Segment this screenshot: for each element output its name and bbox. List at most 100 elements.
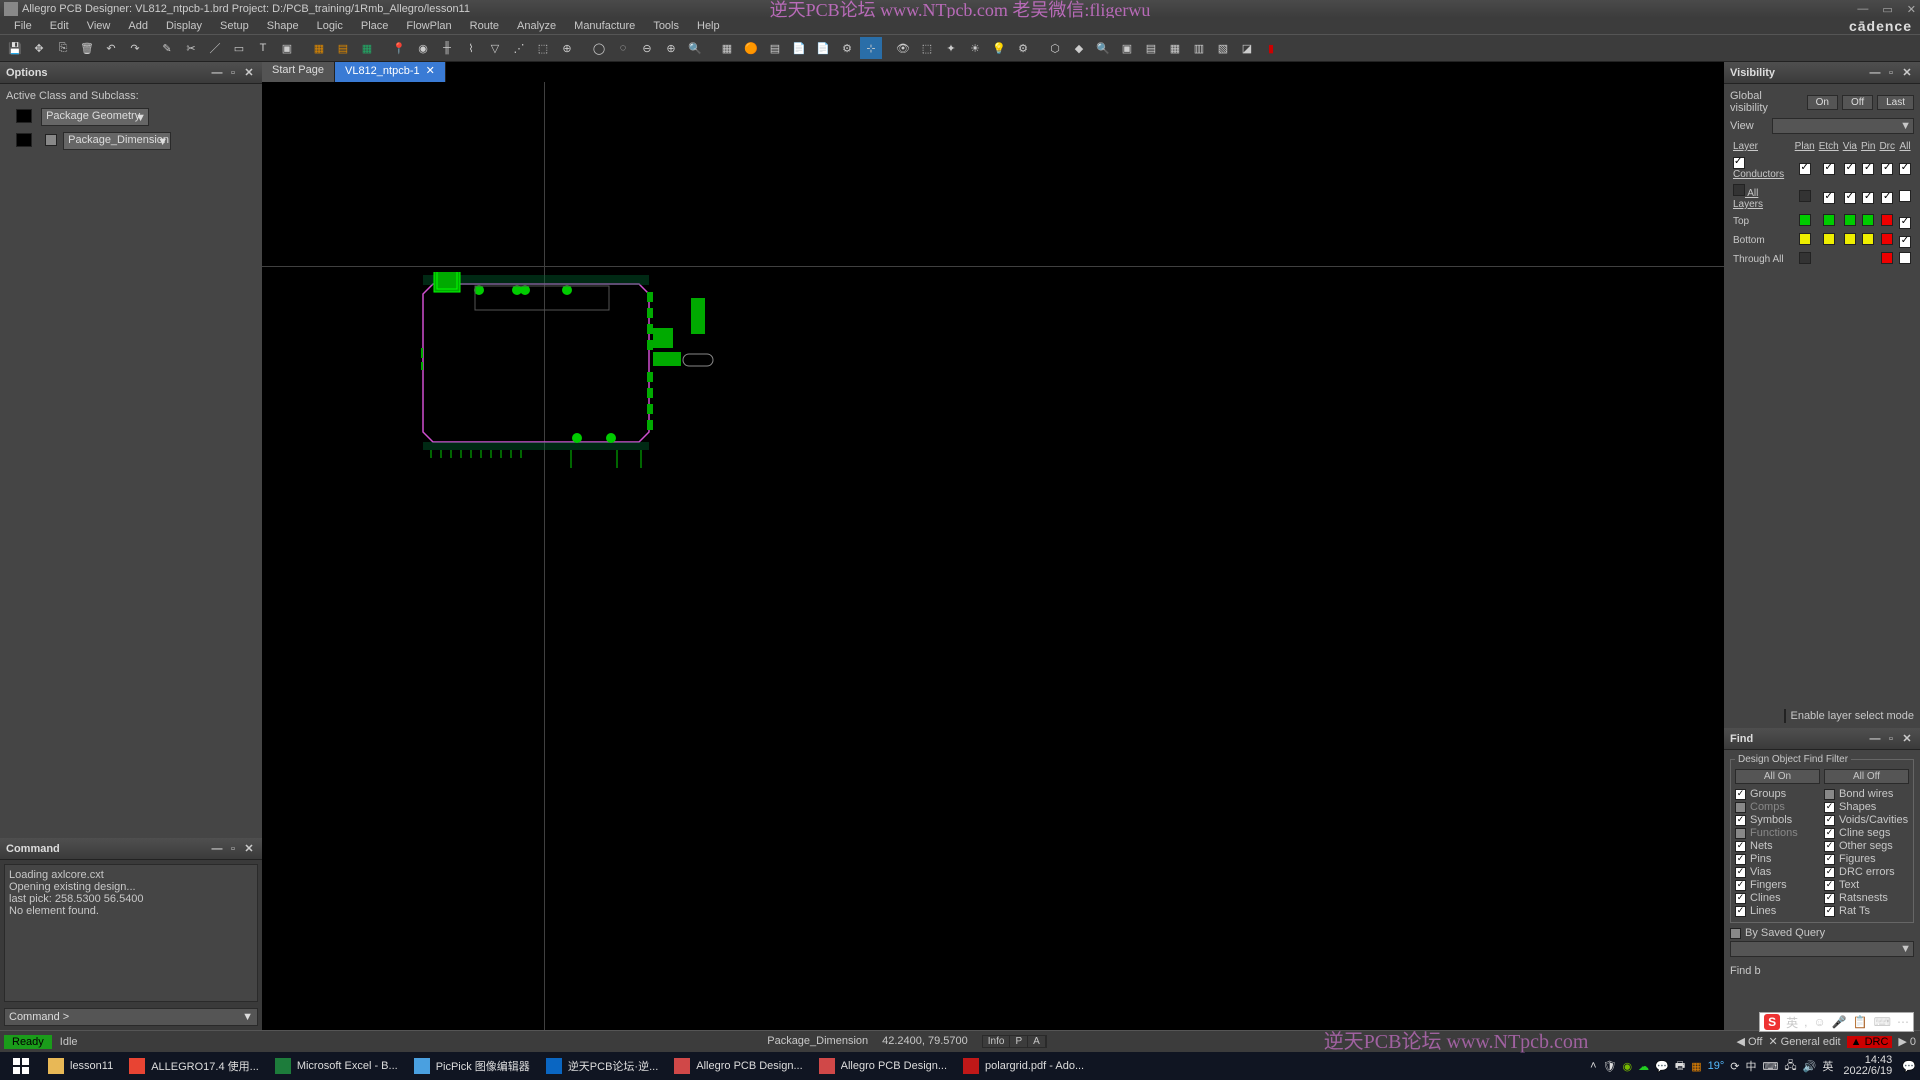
- layer-cell-toggle[interactable]: [1862, 233, 1874, 245]
- find-filter-checkbox[interactable]: [1824, 854, 1835, 865]
- report-icon[interactable]: 📄: [788, 37, 810, 59]
- menu-route[interactable]: Route: [462, 20, 507, 32]
- find-filter-checkbox[interactable]: [1735, 854, 1746, 865]
- window-minimize-button[interactable]: —: [1857, 3, 1868, 16]
- layer-cell-toggle[interactable]: [1881, 252, 1893, 264]
- class-dropdown[interactable]: Package Geometry▼: [41, 108, 149, 126]
- layer-cell-toggle[interactable]: [1844, 233, 1856, 245]
- find-minimize-button[interactable]: —: [1868, 733, 1882, 745]
- tray-temp[interactable]: 19°: [1708, 1060, 1725, 1072]
- find-filter-checkbox[interactable]: [1824, 867, 1835, 878]
- ime-emoji-icon[interactable]: ☺: [1814, 1015, 1826, 1029]
- find-filter-checkbox[interactable]: [1735, 789, 1746, 800]
- saved-query-dropdown[interactable]: ▼: [1730, 941, 1914, 957]
- trace-icon[interactable]: ╫: [436, 37, 458, 59]
- layer-cell-toggle[interactable]: [1844, 214, 1856, 226]
- tray-printer-icon[interactable]: 🖶: [1675, 1057, 1685, 1076]
- rect-icon[interactable]: ▭: [228, 37, 250, 59]
- tray-shield-icon[interactable]: 🛡: [1603, 1060, 1617, 1073]
- tray-wechat-icon[interactable]: ☁: [1638, 1060, 1649, 1073]
- eye-icon[interactable]: 👁: [892, 37, 914, 59]
- menu-flowplan[interactable]: FlowPlan: [398, 20, 459, 32]
- zoom-circle-icon[interactable]: ◯: [588, 37, 610, 59]
- menu-place[interactable]: Place: [353, 20, 397, 32]
- find-all-off-button[interactable]: All Off: [1824, 769, 1909, 784]
- tray-lang1[interactable]: 中: [1746, 1058, 1757, 1074]
- chip2-icon[interactable]: ▤: [332, 37, 354, 59]
- find-filter-checkbox[interactable]: [1735, 880, 1746, 891]
- shape2-icon[interactable]: ◆: [1068, 37, 1090, 59]
- ime-toolbar[interactable]: S 英 , ☺ 🎤 📋 ⌨ ⋯: [1759, 1012, 1914, 1032]
- taskbar-app-button[interactable]: Microsoft Excel - B...: [267, 1054, 406, 1078]
- ime-more-icon[interactable]: ⋯: [1897, 1015, 1909, 1029]
- taskbar-app-button[interactable]: Allegro PCB Design...: [666, 1054, 810, 1078]
- taskbar-app-button[interactable]: PicPick 图像编辑器: [406, 1054, 538, 1078]
- grid-icon[interactable]: ▦: [716, 37, 738, 59]
- ime-mic-icon[interactable]: 🎤: [1832, 1015, 1847, 1029]
- drc-badge[interactable]: ▲ DRC: [1847, 1036, 1893, 1048]
- layer-cell-toggle[interactable]: [1799, 233, 1811, 245]
- layer-cell-toggle[interactable]: [1899, 252, 1911, 264]
- subclass-visible-checkbox[interactable]: [45, 134, 57, 146]
- via-icon[interactable]: ◉: [412, 37, 434, 59]
- tray-nvidia-icon[interactable]: ◉: [1623, 1060, 1633, 1073]
- tool6-icon[interactable]: ◪: [1236, 37, 1258, 59]
- find-filter-checkbox[interactable]: [1824, 906, 1835, 917]
- hex-icon[interactable]: ⬡: [1044, 37, 1066, 59]
- text-icon[interactable]: T: [252, 37, 274, 59]
- menu-file[interactable]: File: [6, 20, 40, 32]
- 3d-icon[interactable]: ⬚: [916, 37, 938, 59]
- menu-help[interactable]: Help: [689, 20, 728, 32]
- layer-cell-toggle[interactable]: [1823, 192, 1835, 204]
- layer-cell-toggle[interactable]: [1823, 163, 1835, 175]
- menu-display[interactable]: Display: [158, 20, 210, 32]
- cut-icon[interactable]: ✂: [180, 37, 202, 59]
- options-restore-button[interactable]: ▫: [226, 67, 240, 79]
- find-close-button[interactable]: ✕: [1900, 732, 1914, 745]
- pin-icon[interactable]: 📍: [388, 37, 410, 59]
- fill-icon[interactable]: ⬚: [532, 37, 554, 59]
- chip3-icon[interactable]: ▦: [356, 37, 378, 59]
- layer-cell-toggle[interactable]: [1823, 214, 1835, 226]
- zoom-dash-icon[interactable]: ◌: [612, 37, 634, 59]
- report2-icon[interactable]: 📄: [812, 37, 834, 59]
- layer-cell-toggle[interactable]: [1862, 192, 1874, 204]
- tray-network-icon[interactable]: 🖧: [1784, 1057, 1796, 1076]
- layer-row-checkbox[interactable]: [1733, 157, 1745, 169]
- tab-start-page[interactable]: Start Page: [262, 62, 335, 82]
- tray-notification-icon[interactable]: 💬: [1902, 1060, 1916, 1073]
- layer-cell-toggle[interactable]: [1862, 214, 1874, 226]
- find-filter-checkbox[interactable]: [1735, 815, 1746, 826]
- options-close-button[interactable]: ✕: [242, 66, 256, 79]
- tray-lang2[interactable]: 英: [1822, 1058, 1833, 1074]
- saved-query-checkbox[interactable]: [1730, 928, 1741, 939]
- find-filter-checkbox[interactable]: [1824, 880, 1835, 891]
- ime-kbd-icon[interactable]: ⌨: [1874, 1015, 1891, 1029]
- find-filter-checkbox[interactable]: [1824, 789, 1835, 800]
- zoom-fit-icon[interactable]: 🔍: [684, 37, 706, 59]
- ime-lang[interactable]: 英: [1786, 1014, 1798, 1031]
- layer-cell-toggle[interactable]: [1899, 217, 1911, 229]
- layer-cell-toggle[interactable]: [1899, 236, 1911, 248]
- find-restore-button[interactable]: ▫: [1884, 733, 1898, 745]
- tray-clock[interactable]: 14:432022/6/19: [1839, 1055, 1896, 1077]
- filter-icon[interactable]: ✦: [940, 37, 962, 59]
- find-filter-checkbox[interactable]: [1735, 906, 1746, 917]
- view-dropdown[interactable]: ▼: [1772, 118, 1914, 134]
- menu-tools[interactable]: Tools: [645, 20, 687, 32]
- visibility-restore-button[interactable]: ▫: [1884, 67, 1898, 79]
- find-filter-checkbox[interactable]: [1735, 828, 1746, 839]
- layers-icon[interactable]: ▤: [764, 37, 786, 59]
- taskbar-app-button[interactable]: Allegro PCB Design...: [811, 1054, 955, 1078]
- layer-cell-toggle[interactable]: [1844, 163, 1856, 175]
- menu-analyze[interactable]: Analyze: [509, 20, 564, 32]
- status-mini-tabs[interactable]: InfoPA: [982, 1035, 1047, 1048]
- menu-add[interactable]: Add: [120, 20, 156, 32]
- delete-icon[interactable]: 🗑: [76, 37, 98, 59]
- flag-icon[interactable]: ▮: [1260, 37, 1282, 59]
- tray-chat-icon[interactable]: 💬: [1655, 1060, 1669, 1073]
- design-canvas[interactable]: Start Page VL812_ntpcb-1✕: [262, 62, 1724, 1030]
- tray-up-icon[interactable]: ˄: [1590, 1060, 1596, 1072]
- layer-cell-toggle[interactable]: [1881, 192, 1893, 204]
- find-filter-checkbox[interactable]: [1824, 841, 1835, 852]
